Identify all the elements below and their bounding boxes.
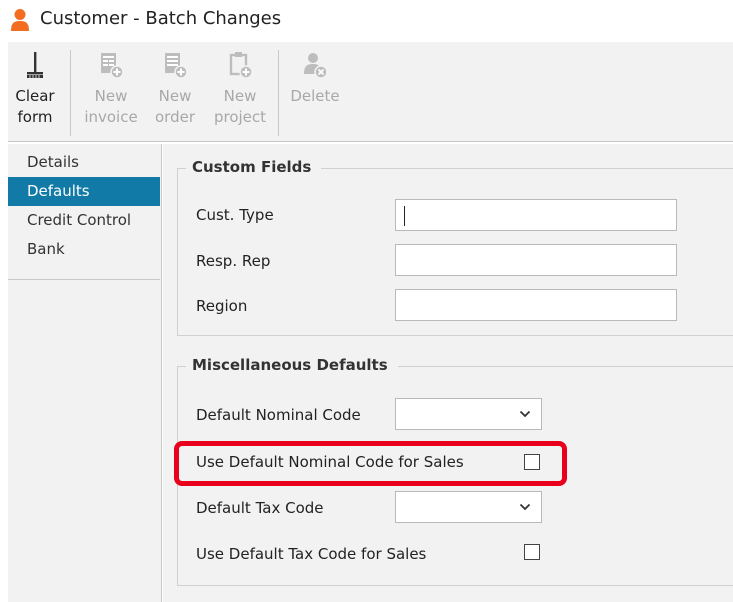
resp-rep-label: Resp. Rep: [196, 252, 271, 270]
misc-defaults-title: Miscellaneous Defaults: [186, 356, 398, 374]
nav-item-bank[interactable]: Bank: [8, 235, 160, 264]
annotation-highlight: [174, 441, 567, 486]
broom-icon: [27, 52, 43, 78]
new-project-label: New project: [213, 87, 267, 126]
cust-type-input[interactable]: [395, 199, 677, 231]
region-label: Region: [196, 297, 248, 315]
nav-divider: [8, 279, 160, 280]
default-tax-code-label: Default Tax Code: [196, 499, 324, 517]
toolbar-separator: [278, 50, 279, 136]
clear-form-label: Clear form: [15, 87, 55, 126]
delete-user-icon: [304, 53, 328, 79]
new-project-button[interactable]: New project: [209, 42, 271, 142]
new-project-icon: [229, 52, 253, 79]
chevron-down-icon: [519, 410, 531, 418]
new-order-label: New order: [155, 87, 195, 126]
window-title: Customer - Batch Changes: [40, 8, 282, 29]
clear-form-button[interactable]: Clear form: [10, 42, 60, 142]
resp-rep-input[interactable]: [395, 244, 677, 276]
new-invoice-icon: [101, 53, 124, 79]
use-default-tax-checkbox[interactable]: [524, 544, 540, 560]
region-input[interactable]: [395, 289, 677, 321]
person-icon: [11, 9, 29, 31]
default-nominal-code-select[interactable]: [395, 398, 542, 430]
new-order-button[interactable]: New order: [149, 42, 201, 142]
toolbar: Clear form New invoice New order New pro…: [8, 42, 733, 142]
delete-button[interactable]: Delete: [284, 42, 346, 142]
new-invoice-button[interactable]: New invoice: [80, 42, 142, 142]
use-default-tax-label: Use Default Tax Code for Sales: [196, 545, 427, 563]
chevron-down-icon: [519, 503, 531, 511]
title-bar: Customer - Batch Changes: [0, 0, 733, 40]
text-caret: [404, 205, 405, 226]
main-panel: Custom Fields Cust. Type Resp. Rep Regio…: [163, 144, 733, 602]
delete-label: Delete: [290, 87, 340, 105]
nav-item-details[interactable]: Details: [8, 148, 160, 177]
nav-item-credit-control[interactable]: Credit Control: [8, 206, 160, 235]
default-nominal-code-label: Default Nominal Code: [196, 406, 361, 424]
cust-type-label: Cust. Type: [196, 206, 274, 224]
side-nav: Details Defaults Credit Control Bank: [8, 144, 162, 602]
default-tax-code-select[interactable]: [395, 491, 542, 523]
toolbar-separator: [70, 50, 71, 136]
new-order-icon: [165, 53, 188, 79]
new-invoice-label: New invoice: [84, 87, 138, 126]
nav-item-defaults[interactable]: Defaults: [8, 177, 160, 206]
custom-fields-title: Custom Fields: [186, 158, 322, 176]
